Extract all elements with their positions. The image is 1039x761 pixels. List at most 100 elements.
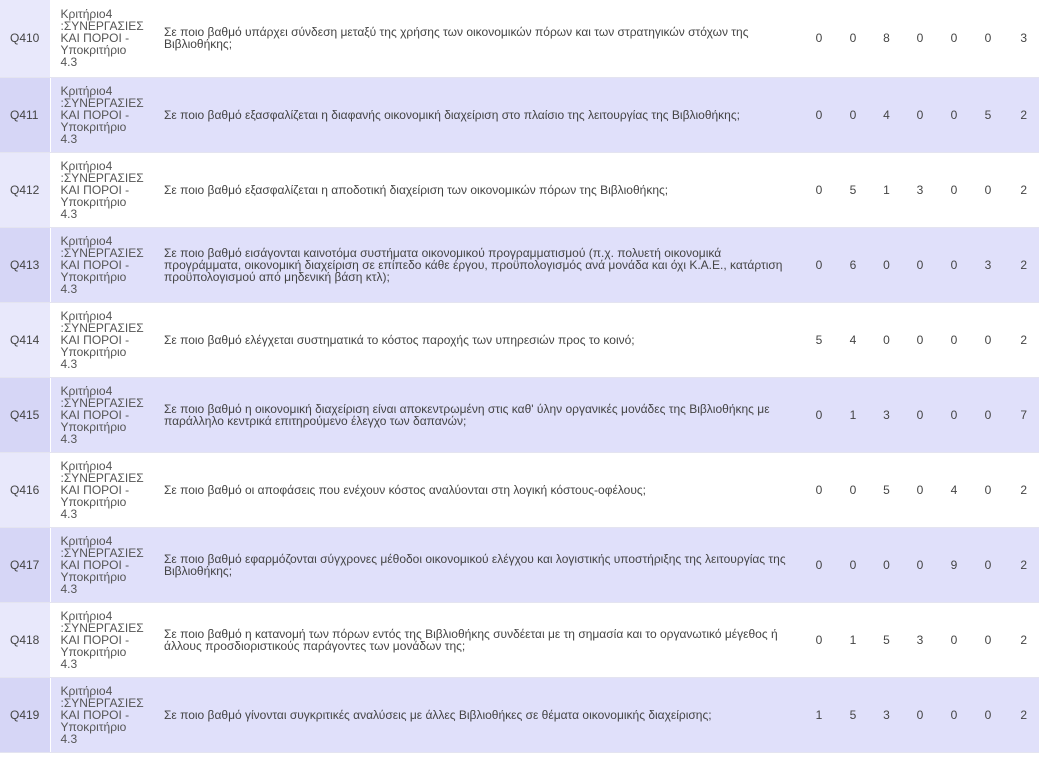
- table-row: Q413 Κριτήριο4:ΣΥΝΕΡΓΑΣΙΕΣ ΚΑΙ ΠΟΡΟΙ - Υποκ…: [0, 227, 1039, 303]
- criterion-line: :ΣΥΝΕΡΓΑΣΙΕΣ: [60, 470, 144, 485]
- criterion-cell: Κριτήριο4:ΣΥΝΕΡΓΑΣΙΕΣ ΚΑΙ ΠΟΡΟΙ - Υποκριτή…: [50, 602, 152, 678]
- criterion-line: :ΣΥΝΕΡΓΑΣΙΕΣ: [60, 620, 144, 635]
- criterion-line: :ΣΥΝΕΡΓΑΣΙΕΣ: [60, 320, 144, 335]
- criterion-cell: Κριτήριο4:ΣΥΝΕΡΓΑΣΙΕΣ ΚΑΙ ΠΟΡΟΙ - Υποκριτή…: [50, 677, 152, 753]
- response-count-cell: 0: [971, 377, 1005, 453]
- response-count-cell: 0: [971, 302, 1005, 378]
- question-id-cell: Q418: [0, 602, 51, 678]
- response-count-cell: 1: [802, 677, 836, 753]
- response-count-cell: 5: [836, 677, 870, 753]
- response-count-cell: 1: [836, 602, 870, 678]
- question-text-cell: Σε ποιο βαθμό εισάγονται καινοτόμα συστή…: [152, 227, 802, 303]
- question-text-cell: Σε ποιο βαθμό γίνονται συγκριτικές αναλύ…: [152, 677, 802, 753]
- question-text-cell: Σε ποιο βαθμό εξασφαλίζεται η διαφανής ο…: [152, 77, 802, 153]
- criterion-line: Υποκριτήριο: [60, 719, 127, 734]
- criterion-line: ΚΑΙ ΠΟΡΟΙ -: [60, 332, 130, 347]
- response-count-cell: 0: [870, 227, 903, 303]
- table-row: Q418 Κριτήριο4:ΣΥΝΕΡΓΑΣΙΕΣ ΚΑΙ ΠΟΡΟΙ - Υποκ…: [0, 602, 1039, 678]
- response-count-cell: 4: [836, 302, 870, 378]
- response-count-cell: 0: [802, 602, 836, 678]
- response-count-cell: 0: [802, 0, 836, 78]
- response-count-cell: 2: [1005, 227, 1039, 303]
- response-count-cell: 3: [903, 152, 937, 228]
- table-row: Q419 Κριτήριο4:ΣΥΝΕΡΓΑΣΙΕΣ ΚΑΙ ΠΟΡΟΙ - Υποκ…: [0, 677, 1039, 753]
- survey-results-table: Q410 Κριτήριο4:ΣΥΝΕΡΓΑΣΙΕΣ ΚΑΙ ΠΟΡΟΙ - Υποκ…: [0, 0, 1039, 753]
- question-id-cell: Q411: [0, 77, 51, 153]
- criterion-line: Υποκριτήριο: [60, 644, 127, 659]
- criterion-line: 4.3: [60, 431, 78, 446]
- response-count-cell: 0: [937, 602, 971, 678]
- criterion-line: ΚΑΙ ΠΟΡΟΙ -: [60, 107, 130, 122]
- criterion-line: :ΣΥΝΕΡΓΑΣΙΕΣ: [60, 545, 144, 560]
- criterion-line: Κριτήριο4: [60, 83, 113, 98]
- criterion-line: :ΣΥΝΕΡΓΑΣΙΕΣ: [60, 395, 144, 410]
- table-row: Q410 Κριτήριο4:ΣΥΝΕΡΓΑΣΙΕΣ ΚΑΙ ΠΟΡΟΙ - Υποκ…: [0, 0, 1039, 78]
- response-count-cell: 1: [836, 377, 870, 453]
- criterion-line: Υποκριτήριο: [60, 344, 127, 359]
- criterion-line: ΚΑΙ ΠΟΡΟΙ -: [60, 632, 130, 647]
- question-text-cell: Σε ποιο βαθμό η κατανομή των πόρων εντός…: [152, 602, 802, 678]
- response-count-cell: 0: [971, 0, 1005, 78]
- response-count-cell: 5: [870, 602, 903, 678]
- response-count-cell: 0: [870, 527, 903, 603]
- criterion-line: ΚΑΙ ΠΟΡΟΙ -: [60, 182, 130, 197]
- response-count-cell: 0: [903, 377, 937, 453]
- criterion-line: ΚΑΙ ΠΟΡΟΙ -: [60, 482, 130, 497]
- response-count-cell: 2: [1005, 152, 1039, 228]
- criterion-line: 4.3: [60, 506, 78, 521]
- response-count-cell: 0: [903, 452, 937, 528]
- criterion-line: ΚΑΙ ΠΟΡΟΙ -: [60, 707, 130, 722]
- response-count-cell: 2: [1005, 602, 1039, 678]
- criterion-cell: Κριτήριο4:ΣΥΝΕΡΓΑΣΙΕΣ ΚΑΙ ΠΟΡΟΙ - Υποκριτή…: [50, 302, 152, 378]
- question-id-cell: Q412: [0, 152, 51, 228]
- criterion-line: Κριτήριο4: [60, 308, 113, 323]
- response-count-cell: 0: [903, 302, 937, 378]
- question-text-cell: Σε ποιο βαθμό εφαρμόζονται σύγχρονες μέθ…: [152, 527, 802, 603]
- table-row: Q415 Κριτήριο4:ΣΥΝΕΡΓΑΣΙΕΣ ΚΑΙ ΠΟΡΟΙ - Υποκ…: [0, 377, 1039, 453]
- response-count-cell: 0: [971, 152, 1005, 228]
- response-count-cell: 0: [937, 377, 971, 453]
- criterion-line: :ΣΥΝΕΡΓΑΣΙΕΣ: [60, 95, 144, 110]
- table-body: Q410 Κριτήριο4:ΣΥΝΕΡΓΑΣΙΕΣ ΚΑΙ ΠΟΡΟΙ - Υποκ…: [0, 0, 1039, 753]
- question-text-cell: Σε ποιο βαθμό εξασφαλίζεται η αποδοτική …: [152, 152, 802, 228]
- criterion-line: 4.3: [60, 206, 78, 221]
- response-count-cell: 3: [971, 227, 1005, 303]
- response-count-cell: 0: [802, 527, 836, 603]
- response-count-cell: 0: [802, 77, 836, 153]
- response-count-cell: 0: [937, 302, 971, 378]
- response-count-cell: 0: [836, 0, 870, 78]
- criterion-line: :ΣΥΝΕΡΓΑΣΙΕΣ: [60, 170, 144, 185]
- response-count-cell: 3: [903, 602, 937, 678]
- response-count-cell: 5: [836, 152, 870, 228]
- response-count-cell: 0: [971, 602, 1005, 678]
- criterion-line: Κριτήριο4: [60, 233, 113, 248]
- response-count-cell: 0: [802, 152, 836, 228]
- response-count-cell: 0: [937, 677, 971, 753]
- response-count-cell: 2: [1005, 452, 1039, 528]
- criterion-line: Υποκριτήριο: [60, 194, 127, 209]
- response-count-cell: 0: [836, 77, 870, 153]
- response-count-cell: 0: [937, 227, 971, 303]
- criterion-line: 4.3: [60, 581, 78, 596]
- criterion-cell: Κριτήριο4:ΣΥΝΕΡΓΑΣΙΕΣ ΚΑΙ ΠΟΡΟΙ - Υποκριτή…: [50, 152, 152, 228]
- question-id-cell: Q416: [0, 452, 51, 528]
- response-count-cell: 5: [802, 302, 836, 378]
- response-count-cell: 0: [971, 452, 1005, 528]
- criterion-line: 4.3: [60, 656, 78, 671]
- response-count-cell: 0: [903, 0, 937, 78]
- criterion-line: :ΣΥΝΕΡΓΑΣΙΕΣ: [60, 245, 144, 260]
- table-row: Q417 Κριτήριο4:ΣΥΝΕΡΓΑΣΙΕΣ ΚΑΙ ΠΟΡΟΙ - Υποκ…: [0, 527, 1039, 603]
- response-count-cell: 8: [870, 0, 903, 78]
- table-row: Q414 Κριτήριο4:ΣΥΝΕΡΓΑΣΙΕΣ ΚΑΙ ΠΟΡΟΙ - Υποκ…: [0, 302, 1039, 378]
- response-count-cell: 0: [971, 527, 1005, 603]
- question-text-cell: Σε ποιο βαθμό ελέγχεται συστηματικά το κ…: [152, 302, 802, 378]
- response-count-cell: 0: [903, 677, 937, 753]
- response-count-cell: 0: [802, 227, 836, 303]
- criterion-cell: Κριτήριο4:ΣΥΝΕΡΓΑΣΙΕΣ ΚΑΙ ΠΟΡΟΙ - Υποκριτή…: [50, 227, 152, 303]
- criterion-cell: Κριτήριο4:ΣΥΝΕΡΓΑΣΙΕΣ ΚΑΙ ΠΟΡΟΙ - Υποκριτή…: [50, 527, 152, 603]
- response-count-cell: 0: [836, 452, 870, 528]
- response-count-cell: 4: [937, 452, 971, 528]
- criterion-line: Κριτήριο4: [60, 458, 113, 473]
- criterion-line: 4.3: [60, 731, 78, 746]
- response-count-cell: 6: [836, 227, 870, 303]
